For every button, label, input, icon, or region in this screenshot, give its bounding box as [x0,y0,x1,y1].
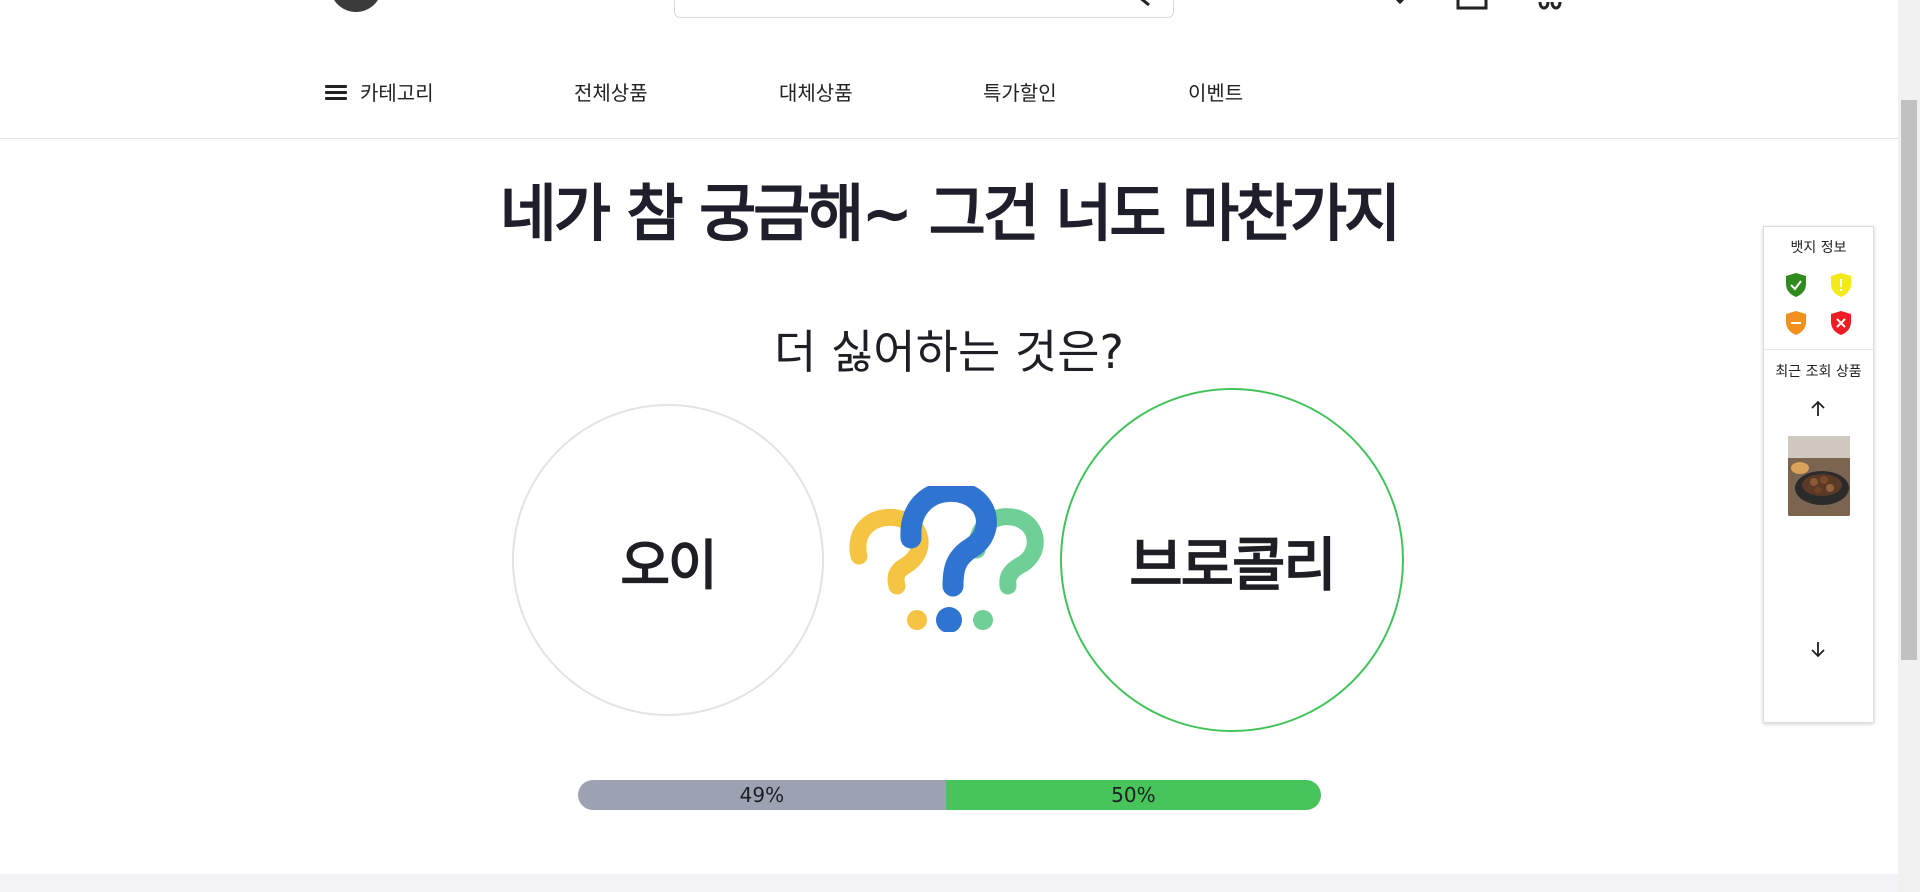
food-plate-icon [1788,436,1850,516]
category-menu-button[interactable]: 카테고리 [325,80,434,106]
green-check-shield-icon [1786,273,1806,297]
poll-question: 더 싫어하는 것은? [774,325,1124,379]
side-divider [1764,349,1873,350]
main-nav: 카테고리 전체상품 대체상품 특가할인 이벤트 [0,58,1898,139]
category-label: 카테고리 [360,81,434,105]
nav-item-alternative-products[interactable]: 대체상품 [779,80,853,106]
yellow-exclamation-shield-icon [1831,273,1851,297]
footer-strip [0,874,1898,892]
quick-side-panel: 뱃지 정보 최근 조회 상품 [1763,226,1874,723]
badge-info-title: 뱃지 정보 [1790,240,1847,256]
page-title: 네가 참 궁금해~ 그건 너도 마찬가지 [499,177,1401,250]
arrow-down-icon[interactable] [1806,639,1830,659]
poll-option-left[interactable]: 오이 [512,404,824,716]
hamburger-menu-icon [325,84,347,101]
poll-option-left-label: 오이 [620,533,717,597]
poll-result-bar: 49% 50% [578,780,1321,810]
recent-product-thumbnail[interactable] [1788,436,1850,516]
arrow-up-icon[interactable] [1806,399,1830,419]
heart-icon[interactable] [1380,0,1420,14]
top-header [0,0,1898,30]
nav-item-all-products[interactable]: 전체상품 [574,80,648,106]
poll-option-right[interactable]: 브로콜리 [1060,388,1404,732]
red-x-shield-icon [1831,311,1851,335]
nav-item-special-discount[interactable]: 특가할인 [983,80,1057,106]
question-marks-icon [849,486,1044,632]
search-icon[interactable] [1139,0,1165,15]
nav-item-events[interactable]: 이벤트 [1188,80,1243,106]
search-input[interactable] [674,0,1174,18]
poll-result-right: 50% [945,780,1321,810]
poll-result-left: 49% [578,780,946,810]
poll-option-right-label: 브로콜리 [1129,531,1336,599]
scrollbar-thumb[interactable] [1901,100,1917,660]
cart-icon[interactable] [1454,0,1494,14]
logo[interactable] [330,0,382,12]
user-icon[interactable] [1534,0,1574,14]
recent-products-title: 최근 조회 상품 [1775,364,1862,380]
orange-minus-shield-icon [1786,311,1806,335]
